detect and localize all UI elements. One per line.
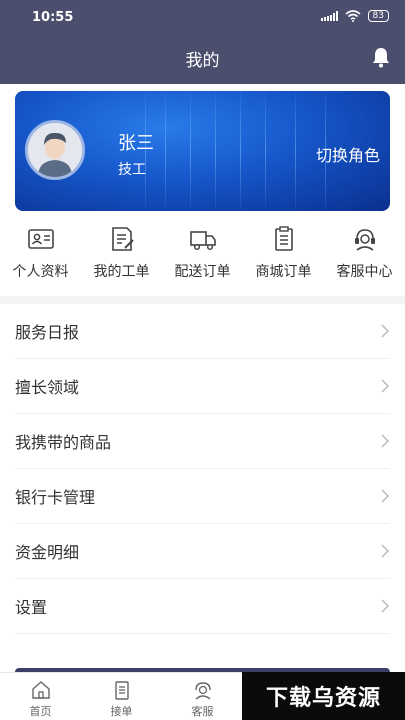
chevron-right-icon (381, 324, 390, 338)
order-icon (114, 681, 129, 700)
battery-indicator: 83 (367, 10, 389, 22)
quick-action-label: 商城订单 (255, 264, 312, 280)
chevron-right-icon (381, 379, 390, 393)
menu-item-label: 设置 (15, 598, 48, 617)
switch-role-button[interactable]: 切换角色 (316, 142, 380, 166)
top-header: 10:55 83 我的 (0, 0, 405, 84)
tab-label: 首页 (29, 705, 52, 718)
clipboard-icon (274, 226, 293, 251)
work-order-icon (111, 227, 134, 251)
quick-action-label: 我的工单 (93, 264, 150, 280)
chevron-right-icon (381, 489, 390, 503)
user-avatar-icon (28, 123, 82, 177)
status-time: 10:55 (32, 10, 74, 25)
menu-item-label: 服务日报 (15, 323, 80, 342)
chevron-right-icon (381, 544, 390, 558)
quick-action-label: 客服中心 (336, 264, 393, 280)
menu-item-settings[interactable]: 设置 (15, 579, 390, 634)
menu-item-daily-report[interactable]: 服务日报 (15, 304, 390, 359)
truck-icon (189, 231, 216, 251)
menu-item-bank-card[interactable]: 银行卡管理 (15, 469, 390, 524)
page-title: 我的 (185, 51, 220, 71)
bell-icon[interactable] (371, 46, 391, 68)
menu-item-expertise[interactable]: 擅长领域 (15, 359, 390, 414)
quick-action-delivery[interactable]: 配送订单 (162, 225, 243, 295)
menu-item-fund-details[interactable]: 资金明细 (15, 524, 390, 579)
quick-action-label: 个人资料 (12, 264, 69, 280)
home-icon (31, 681, 50, 699)
quick-actions: 个人资料 我的工单 配送订单 商城订单 客服中心 (0, 225, 405, 295)
status-icons: 83 (320, 10, 389, 22)
tab-orders[interactable]: 接单 (81, 673, 162, 720)
avatar[interactable] (25, 120, 85, 180)
quick-action-label: 配送订单 (174, 264, 231, 280)
service-icon (194, 682, 211, 700)
menu-item-label: 资金明细 (15, 543, 80, 562)
menu-item-label: 我携带的商品 (15, 433, 112, 452)
signal-icon (320, 11, 338, 21)
tab-service[interactable]: 客服 (162, 673, 243, 720)
user-role: 技工 (118, 162, 146, 178)
tab-label: 客服 (191, 705, 214, 718)
settings-menu: 服务日报 擅长领域 我携带的商品 银行卡管理 资金明细 设置 (15, 304, 390, 634)
user-name: 张三 (118, 133, 154, 154)
section-divider (0, 296, 405, 304)
headset-icon (354, 229, 375, 251)
menu-item-carried-products[interactable]: 我携带的商品 (15, 414, 390, 469)
status-bar: 10:55 83 (0, 0, 405, 34)
quick-action-mall-orders[interactable]: 商城订单 (243, 225, 324, 295)
quick-action-profile[interactable]: 个人资料 (0, 225, 81, 295)
menu-item-label: 银行卡管理 (15, 488, 96, 507)
quick-action-service-center[interactable]: 客服中心 (324, 225, 405, 295)
wifi-icon (345, 10, 361, 22)
id-card-icon (27, 229, 54, 249)
chevron-right-icon (381, 599, 390, 613)
quick-action-work-orders[interactable]: 我的工单 (81, 225, 162, 295)
menu-item-label: 擅长领域 (15, 378, 80, 397)
chevron-right-icon (381, 434, 390, 448)
tab-label: 接单 (110, 705, 133, 718)
watermark: 下载乌资源 (242, 672, 405, 720)
tab-home[interactable]: 首页 (0, 673, 81, 720)
profile-banner: 张三 技工 切换角色 (15, 91, 390, 211)
